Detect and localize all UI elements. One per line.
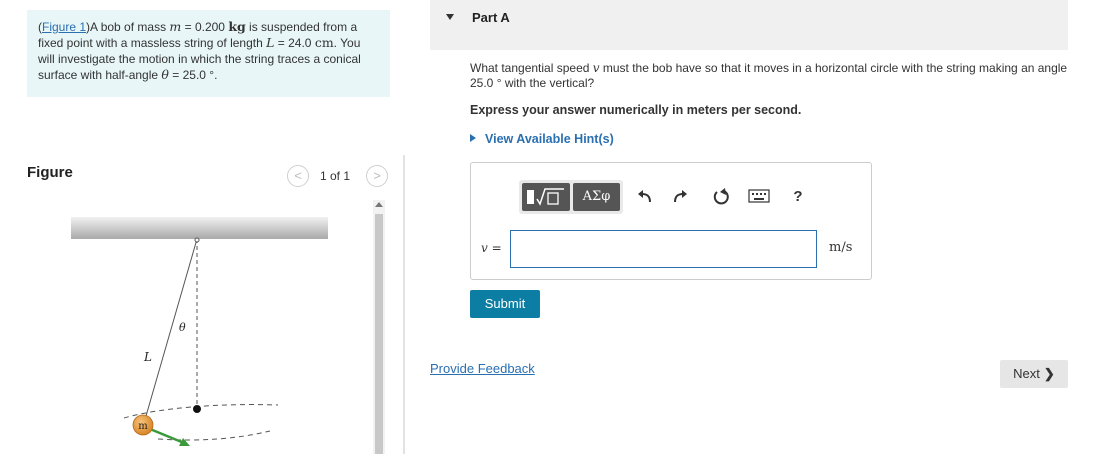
math-toolbar-group: ΑΣφ <box>519 180 623 214</box>
unit-label: m/s <box>829 240 853 255</box>
undo-icon[interactable] <box>635 187 655 207</box>
templates-icon <box>527 188 564 206</box>
provide-feedback-link[interactable]: Provide Feedback <box>430 361 535 376</box>
conical-pendulum-figure: θ L m <box>71 217 328 446</box>
problem-text: )A bob of mass <box>86 20 170 34</box>
chevron-right-icon: ❯ <box>1043 366 1055 381</box>
mass-unit: kg <box>228 19 246 34</box>
figure-link[interactable]: Figure 1 <box>42 20 86 34</box>
answer-instruction: Express your answer numerically in meter… <box>470 103 802 117</box>
string <box>143 238 198 424</box>
redo-icon[interactable] <box>670 187 690 207</box>
greek-symbols-button[interactable]: ΑΣφ <box>573 183 620 211</box>
pivot <box>194 237 200 243</box>
hint-caret-icon <box>470 134 476 142</box>
submit-button[interactable]: Submit <box>470 290 540 318</box>
figure-scrollbar[interactable] <box>373 200 385 454</box>
reset-icon[interactable] <box>711 187 731 207</box>
bob-mass-label: m <box>138 421 148 432</box>
speed-symbol: v <box>592 61 600 75</box>
problem-text: = 25.0 °. <box>168 68 218 82</box>
theta-symbol: θ <box>161 67 169 82</box>
view-hints-link[interactable]: View Available Hint(s) <box>470 132 614 146</box>
length-unit: cm <box>314 35 334 50</box>
problem-text: = 24.0 <box>274 36 315 50</box>
panel-divider <box>403 155 405 454</box>
keyboard-icon[interactable] <box>748 189 770 209</box>
help-button[interactable]: ? <box>788 187 808 207</box>
part-a-title: Part A <box>472 10 510 25</box>
question-text-part: What tangential speed <box>470 61 593 75</box>
length-label: L <box>143 350 152 364</box>
circle-center <box>193 405 201 413</box>
answer-box: ΑΣφ ? v = m/s <box>470 162 872 280</box>
templates-button[interactable] <box>522 183 570 211</box>
problem-statement: (Figure 1)A bob of mass m = 0.200 kg is … <box>27 10 390 97</box>
problem-text: = 0.200 <box>181 20 229 34</box>
figure-next-button[interactable]: > <box>366 165 388 187</box>
theta-label: θ <box>179 321 186 334</box>
velocity-arrow <box>149 427 185 445</box>
part-a-header[interactable]: Part A <box>430 0 1068 50</box>
collapse-caret-icon[interactable] <box>446 14 454 20</box>
scrollbar-thumb[interactable] <box>375 214 383 454</box>
ceiling <box>71 217 328 239</box>
next-button[interactable]: Next ❯ <box>1000 360 1068 388</box>
answer-input[interactable] <box>510 230 817 268</box>
variable-label: v = <box>481 241 502 255</box>
mass-symbol: m <box>169 19 182 34</box>
figure-prev-button[interactable]: < <box>287 165 309 187</box>
figure-title: Figure <box>27 164 73 181</box>
hint-link-label: View Available Hint(s) <box>485 132 614 146</box>
figure-counter: 1 of 1 <box>320 169 351 183</box>
scroll-up-icon[interactable] <box>375 202 383 207</box>
next-label: Next <box>1013 366 1040 381</box>
question-text: What tangential speed v must the bob hav… <box>470 61 1070 91</box>
